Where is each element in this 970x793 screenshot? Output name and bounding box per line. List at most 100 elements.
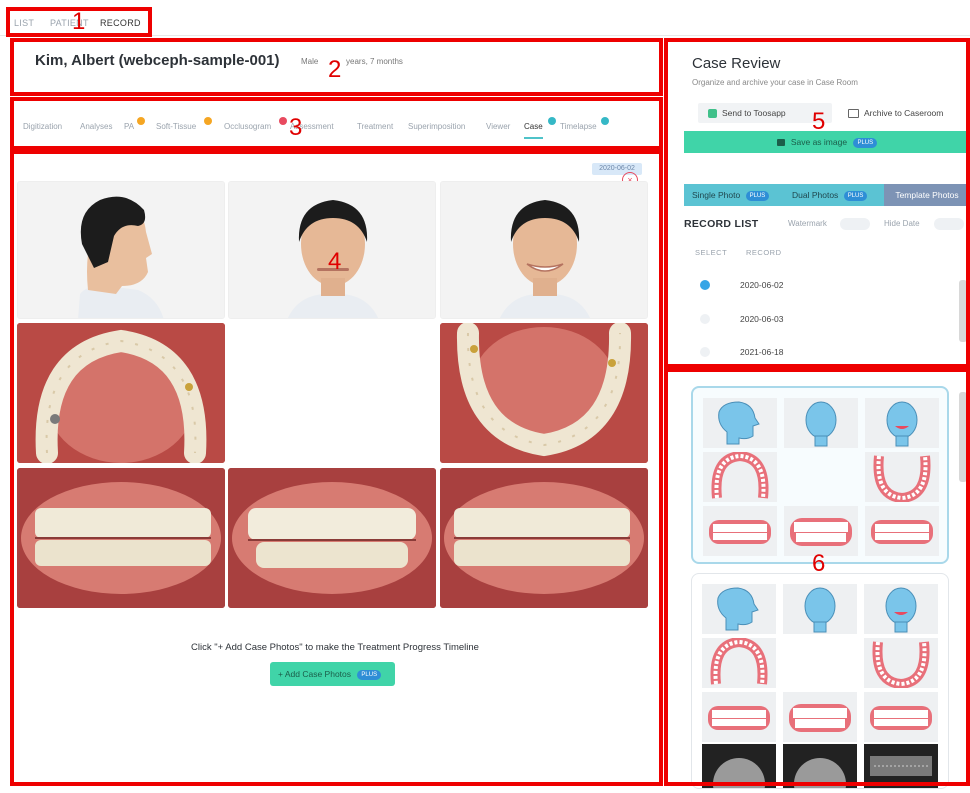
tab-viewer[interactable]: Viewer xyxy=(486,122,510,131)
save-plus-badge: PLUS xyxy=(853,137,878,148)
annotation-label-1: 1 xyxy=(72,8,86,35)
save-as-image-button[interactable]: Save as image PLUS xyxy=(684,131,970,153)
head-profile-icon xyxy=(718,401,760,445)
left-buccal-image xyxy=(440,468,648,608)
plus-badge: PLUS xyxy=(357,669,382,680)
head-smile-icon xyxy=(886,401,918,447)
single-plus-badge: PLUS xyxy=(745,190,770,201)
single-photo-option[interactable]: Single Photo PLUS xyxy=(684,184,784,206)
template2-xray-slot-3 xyxy=(864,744,938,788)
template-card-2[interactable] xyxy=(691,573,949,793)
record-list-scrollbar[interactable] xyxy=(959,280,967,342)
tab-soft-tissue-badge xyxy=(204,117,212,125)
photo-profile-face[interactable] xyxy=(17,181,225,319)
nav-record[interactable]: RECORD xyxy=(100,18,141,28)
smile-face-image xyxy=(441,182,647,318)
tab-timelapse[interactable]: Timelapse xyxy=(560,122,597,131)
send-to-toosapp-label: Send to Toosapp xyxy=(722,108,786,118)
single-photo-label: Single Photo xyxy=(692,190,741,200)
case-review-subtitle: Organize and archive your case in Case R… xyxy=(692,78,858,87)
add-case-photos-button[interactable]: + Add Case Photos PLUS xyxy=(270,662,395,686)
template-right-teeth-slot xyxy=(703,506,777,556)
watermark-label: Watermark xyxy=(788,219,827,228)
hide-date-label: Hide Date xyxy=(884,219,920,228)
record-date-3[interactable]: 2021-06-18 xyxy=(740,347,783,357)
tab-case[interactable]: Case xyxy=(524,122,543,139)
lower-occlusal-image xyxy=(440,323,648,463)
patient-sex: Male xyxy=(301,57,319,66)
tab-timelapse-badge xyxy=(601,117,609,125)
lower-arch-icon xyxy=(873,455,931,504)
head-smile-icon xyxy=(885,587,917,633)
case-review-title: Case Review xyxy=(692,55,781,72)
template2-left-teeth-slot xyxy=(864,692,938,742)
template2-xray-slot-2 xyxy=(783,744,857,793)
template2-upper-arch-slot xyxy=(702,636,776,688)
template-scrollbar[interactable] xyxy=(959,392,967,482)
photo-right-buccal[interactable] xyxy=(17,468,225,608)
hide-date-toggle[interactable] xyxy=(934,218,964,230)
dual-photos-option[interactable]: Dual Photos PLUS xyxy=(784,184,884,206)
photo-upper-occlusal[interactable] xyxy=(17,323,225,463)
record-checkbox-3[interactable] xyxy=(700,347,710,357)
record-date-2[interactable]: 2020-06-03 xyxy=(740,314,783,324)
dual-plus-badge: PLUS xyxy=(843,190,868,201)
record-list-title: RECORD LIST xyxy=(684,218,759,230)
watermark-toggle[interactable] xyxy=(840,218,870,230)
template2-lower-arch-slot xyxy=(864,638,938,690)
annotation-label-2: 2 xyxy=(328,56,342,83)
teeth-right-icon xyxy=(708,706,770,730)
image-icon xyxy=(776,139,785,147)
add-case-photos-label: + Add Case Photos xyxy=(278,669,352,679)
tab-soft-tissue[interactable]: Soft-Tissue xyxy=(156,122,196,131)
xray-skull-icon xyxy=(713,758,765,793)
tab-superimposition[interactable]: Superimposition xyxy=(408,122,465,131)
tab-case-badge xyxy=(548,117,556,125)
xray-skull-icon xyxy=(794,758,846,793)
toosapp-icon xyxy=(708,109,717,119)
head-profile-icon xyxy=(717,587,759,631)
record-date-1[interactable]: 2020-06-02 xyxy=(740,280,783,290)
annotation-label-4: 4 xyxy=(328,248,342,275)
teeth-frontal-icon xyxy=(790,518,852,546)
head-frontal-icon xyxy=(805,401,837,447)
template2-smile-slot xyxy=(864,584,938,634)
record-checkbox-1[interactable] xyxy=(700,280,710,290)
frontal-intraoral-image xyxy=(228,468,436,608)
photo-frontal-intraoral[interactable] xyxy=(228,468,436,608)
top-nav: LIST PATIENT RECORD xyxy=(0,6,970,36)
head-frontal-icon xyxy=(804,587,836,633)
template-lower-arch-slot xyxy=(865,452,939,504)
tab-pa-badge xyxy=(137,117,145,125)
template-frontal-teeth-slot xyxy=(784,506,858,556)
tab-occlusogram-badge xyxy=(279,117,287,125)
tab-digitization[interactable]: Digitization xyxy=(23,122,62,131)
tab-analyses[interactable]: Analyses xyxy=(80,122,112,131)
timeline-message: Click "+ Add Case Photos" to make the Tr… xyxy=(191,642,479,653)
template-card-1[interactable] xyxy=(691,386,949,564)
photo-lower-occlusal[interactable] xyxy=(440,323,648,463)
patient-name: Kim, Albert (webceph-sample-001) xyxy=(35,52,280,69)
upper-arch-icon xyxy=(711,450,769,499)
tab-treatment[interactable]: Treatment xyxy=(357,122,393,131)
record-checkbox-2[interactable] xyxy=(700,314,710,324)
teeth-frontal-icon xyxy=(789,704,851,732)
template-photos-option[interactable]: Template Photos xyxy=(884,184,970,206)
nav-list[interactable]: LIST xyxy=(14,18,34,28)
col-select-header: SELECT xyxy=(695,248,728,257)
photo-smile-face[interactable] xyxy=(440,181,648,319)
upper-occlusal-image xyxy=(17,323,225,463)
template2-xray-slot-1 xyxy=(702,744,776,793)
teeth-right-icon xyxy=(709,520,771,544)
col-record-header: RECORD xyxy=(746,248,782,257)
archive-to-caseroom-button[interactable]: Archive to Caseroom xyxy=(838,103,966,123)
template-left-teeth-slot xyxy=(865,506,939,556)
archive-to-caseroom-label: Archive to Caseroom xyxy=(864,108,944,118)
photo-left-buccal[interactable] xyxy=(440,468,648,608)
template-smile-slot xyxy=(865,398,939,448)
template-upper-arch-slot xyxy=(703,450,777,502)
tab-occlusogram[interactable]: Occlusogram xyxy=(224,122,271,131)
tab-pa[interactable]: PA xyxy=(124,122,134,131)
annotation-label-5: 5 xyxy=(812,108,826,135)
template-profile-slot xyxy=(703,398,777,448)
